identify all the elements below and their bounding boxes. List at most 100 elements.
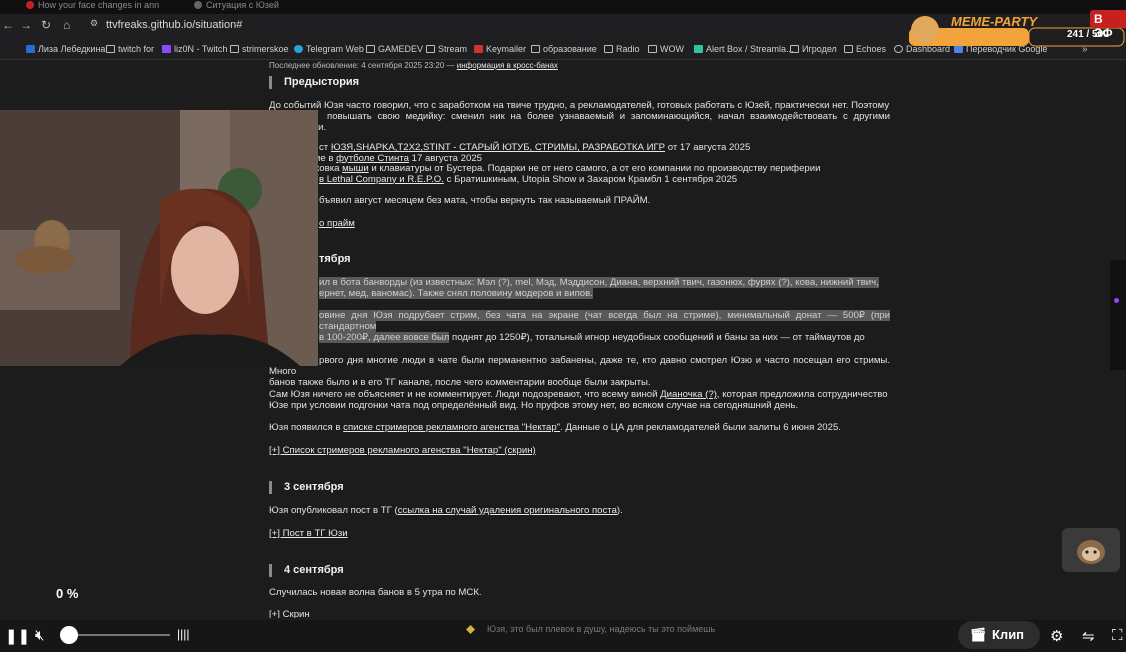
chat-sidebar-edge: [1110, 260, 1126, 370]
bookmark-item[interactable]: образование: [531, 44, 597, 54]
section-heading-sept4: 4 сентября: [269, 564, 344, 577]
paragraph-tg: Юзя опубликовал пост в ТГ (ссылка на слу…: [269, 505, 890, 516]
youtube-icon: [26, 1, 34, 9]
updated-text: Последнее обновление: 4 сентября 2025 23…: [269, 61, 455, 70]
paragraph-wave: Случилась новая волна банов в 5 утра по …: [269, 587, 482, 598]
theater-mode-icon[interactable]: ⇋: [1082, 627, 1095, 645]
folder-icon: [366, 45, 375, 53]
paragraph-august: бъявил август месяцем без мата, чтобы ве…: [319, 195, 651, 206]
paragraph-bans: ил в бота банворды (из известных: Мэл (?…: [269, 277, 890, 299]
tab-2[interactable]: Ситуация с Юзей: [190, 0, 300, 14]
bookmark-label: образование: [543, 44, 597, 54]
bookmark-item[interactable]: Лиза Лебедкина: [26, 44, 105, 54]
tab-bar: How your face changes in ann Ситуация с …: [0, 0, 1126, 14]
webcam-image: [0, 110, 318, 366]
bookmark-label: strimerskoe: [242, 44, 289, 54]
bookmark-item[interactable]: Radio: [604, 44, 640, 54]
bookmark-label: liz0N - Twitch: [174, 44, 228, 54]
dianochka-link[interactable]: Дианочка (?): [660, 389, 717, 400]
progress-percent: 0 %: [56, 586, 79, 601]
bookmark-item[interactable]: liz0N - Twitch: [162, 44, 227, 54]
prime-link[interactable]: о прайм: [319, 218, 355, 229]
tg-post-toggle[interactable]: [+] Пост в ТГ Юзи: [269, 528, 348, 539]
paragraph-nectar: Юзя появился в списке стримеров рекламно…: [269, 422, 890, 433]
bookmark-item[interactable]: strimerskoe: [230, 44, 289, 54]
mute-icon[interactable]: 🔇︎: [35, 627, 44, 644]
bookmark-label: WOW: [660, 44, 684, 54]
clip-button[interactable]: 🎬︎ Клип: [958, 621, 1040, 649]
bans-line-1: ил в бота банворды (из известных: Мэл (?…: [319, 277, 879, 288]
volume-knob[interactable]: [60, 626, 78, 644]
paragraph-silence: Сам Юзя ничего не объясняет и не коммент…: [269, 389, 890, 411]
caption-icon: ⬥: [466, 621, 476, 636]
vk-icon: [26, 45, 35, 53]
list-text: и клавиатуры от Бустера. Подарки не от н…: [371, 163, 821, 174]
folder-icon: [844, 45, 853, 53]
clip-label: Клип: [992, 627, 1025, 642]
twitch-icon: [162, 45, 171, 53]
silence-text: , которая предложила сотрудничество: [716, 389, 888, 400]
forward-icon[interactable]: →: [20, 18, 32, 32]
donations-line-1: овине дня Юзя подрубает стрим, без чата …: [319, 310, 890, 332]
back-icon[interactable]: ←: [2, 18, 14, 32]
stream-caption: Юзя, это был плевок в душу, надеюсь ты э…: [487, 624, 716, 634]
site-info-icon[interactable]: ⚙: [90, 18, 98, 29]
nectar-text: Юзя появился в: [269, 422, 341, 433]
bookmark-label: Echoes: [856, 44, 887, 54]
tab-1[interactable]: How your face changes in ann: [22, 0, 162, 14]
url-field[interactable]: ttvfreaks.github.io/situation#: [106, 19, 242, 31]
quality-bars-icon[interactable]: ||||: [177, 627, 189, 641]
bookmark-item[interactable]: Stream: [426, 44, 467, 54]
bookmark-item[interactable]: Echoes: [844, 44, 886, 54]
bookmark-item[interactable]: Alert Box / Streamla...: [694, 44, 794, 54]
webcam-feed: [0, 110, 318, 366]
nectar-link[interactable]: списке стримеров рекламного агенства "Не…: [343, 422, 560, 433]
list-text: ст: [319, 142, 329, 153]
pause-icon[interactable]: ❚❚: [5, 627, 30, 645]
bookmark-item[interactable]: Игродел: [790, 44, 837, 54]
bookmark-label: Telegram Web: [306, 44, 364, 54]
bookmark-item[interactable]: Telegram Web: [294, 44, 364, 54]
tg-post-row: [+] Пост в ТГ Юзи: [269, 528, 890, 539]
tab-label: How your face changes in ann: [38, 0, 160, 10]
folder-icon: [106, 45, 115, 53]
screen-more-row: [+] Скрин: [269, 609, 890, 618]
meme-party-title: MEME-PARTY: [951, 14, 1038, 29]
bookmark-label: twitch for: [118, 44, 155, 54]
home-icon[interactable]: ⌂: [63, 18, 70, 32]
list-text: от 17 августа 2025: [667, 142, 751, 153]
youtube-link[interactable]: ЮЗЯ,SHAPKA,T2X2,STINT - СТАРЫЙ ЮТУБ, СТР…: [331, 142, 665, 153]
live-badge: В ЭФ: [1090, 10, 1126, 40]
lethal-company-link[interactable]: в Lethal Company и R.E.P.O.: [319, 174, 444, 185]
nectar-screenshot-row: [+] Список стримеров рекламного агенства…: [269, 445, 890, 456]
tab-label: Ситуация с Юзей: [206, 0, 279, 10]
screen-toggle[interactable]: [+] Скрин: [269, 609, 310, 618]
silence-text: Сам Юзя ничего не объясняет и не коммент…: [269, 389, 658, 400]
tg-text: Юзя опубликовал пост в ТГ (: [269, 505, 398, 516]
fullscreen-icon[interactable]: ⛶: [1112, 627, 1123, 644]
bookmark-label: Игродел: [802, 44, 837, 54]
tg-backup-link[interactable]: ссылка на случай удаления оригинального …: [398, 505, 617, 516]
reload-icon[interactable]: ↻: [41, 18, 51, 32]
bookmark-label: GAMEDEV: [378, 44, 424, 54]
clip-icon: 🎬︎: [970, 627, 987, 642]
bookmark-label: Radio: [616, 44, 640, 54]
intro-line-2: повышать свою медийку: сменил ник на бол…: [269, 111, 890, 133]
bookmark-item[interactable]: WOW: [648, 44, 684, 54]
list-item: в Lethal Company и R.E.P.O. с Братишкины…: [269, 174, 890, 186]
donations-line-2a: в 100-200₽, далее вовсе был: [319, 332, 450, 343]
folder-icon: [790, 45, 799, 53]
first-day-line-2: банов также было и в его ТГ канале, посл…: [269, 377, 651, 388]
bookmark-item[interactable]: GAMEDEV: [366, 44, 423, 54]
nectar-screenshot-toggle[interactable]: [+] Список стримеров рекламного агенства…: [269, 445, 536, 456]
football-link[interactable]: футболе Стинта: [336, 153, 409, 164]
list-text: ковка: [315, 163, 340, 174]
crossban-link[interactable]: информация в кросс-банах: [457, 61, 558, 70]
section-heading-prehistory: Предыстория: [269, 76, 359, 89]
silence-text: Юзе при условии подгонки чата под опреде…: [269, 400, 799, 411]
bookmark-item[interactable]: twitch for: [106, 44, 154, 54]
mouse-link[interactable]: мыши: [342, 163, 369, 174]
settings-icon[interactable]: ⚙: [1050, 627, 1063, 645]
sloth-avatar-button[interactable]: [1062, 528, 1120, 572]
bookmark-item[interactable]: Keymailer: [474, 44, 526, 54]
